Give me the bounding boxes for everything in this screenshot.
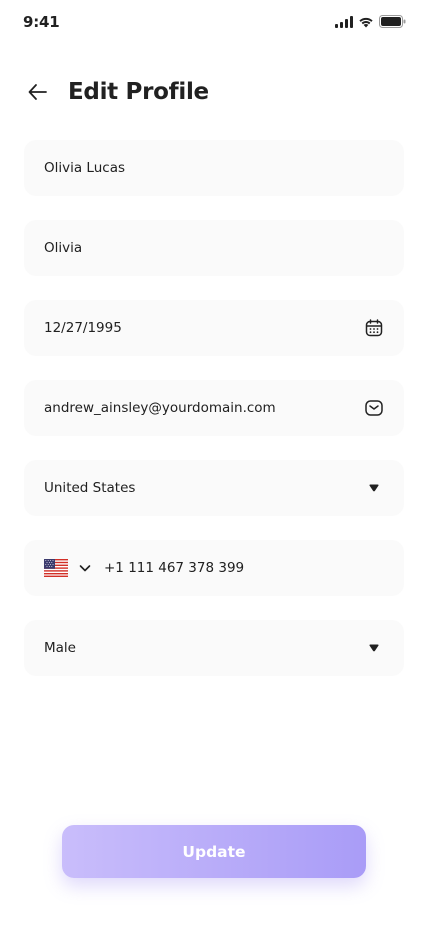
back-button[interactable] [24,78,52,106]
chevron-down-icon[interactable] [78,561,92,575]
calendar-icon[interactable] [364,318,384,338]
signal-icon [335,15,353,28]
full-name-field[interactable]: Olivia Lucas [24,140,404,196]
update-button[interactable]: Update [62,825,366,878]
status-time: 9:41 [23,13,60,31]
email-value: andrew_ainsley@yourdomain.com [44,400,276,416]
nickname-value: Olivia [44,240,83,256]
us-flag-icon[interactable] [44,559,68,577]
battery-icon [379,15,406,28]
phone-field[interactable]: +1 111 467 378 399 [24,540,404,596]
dob-value: 12/27/1995 [44,320,122,336]
caret-down-icon [364,638,384,658]
caret-down-icon [364,478,384,498]
status-bar: 9:41 [0,0,428,44]
country-value: United States [44,480,136,496]
gender-select[interactable]: Male [24,620,404,676]
phone-value: +1 111 467 378 399 [104,560,245,576]
country-select[interactable]: United States [24,460,404,516]
dob-field[interactable]: 12/27/1995 [24,300,404,356]
gender-value: Male [44,640,76,656]
nickname-field[interactable]: Olivia [24,220,404,276]
email-field[interactable]: andrew_ainsley@yourdomain.com [24,380,404,436]
page-title: Edit Profile [68,79,209,105]
arrow-left-icon [28,84,47,100]
full-name-value: Olivia Lucas [44,160,125,176]
status-icons [335,15,406,28]
wifi-icon [359,17,373,27]
header: Edit Profile [24,72,209,112]
envelope-icon [364,398,384,418]
